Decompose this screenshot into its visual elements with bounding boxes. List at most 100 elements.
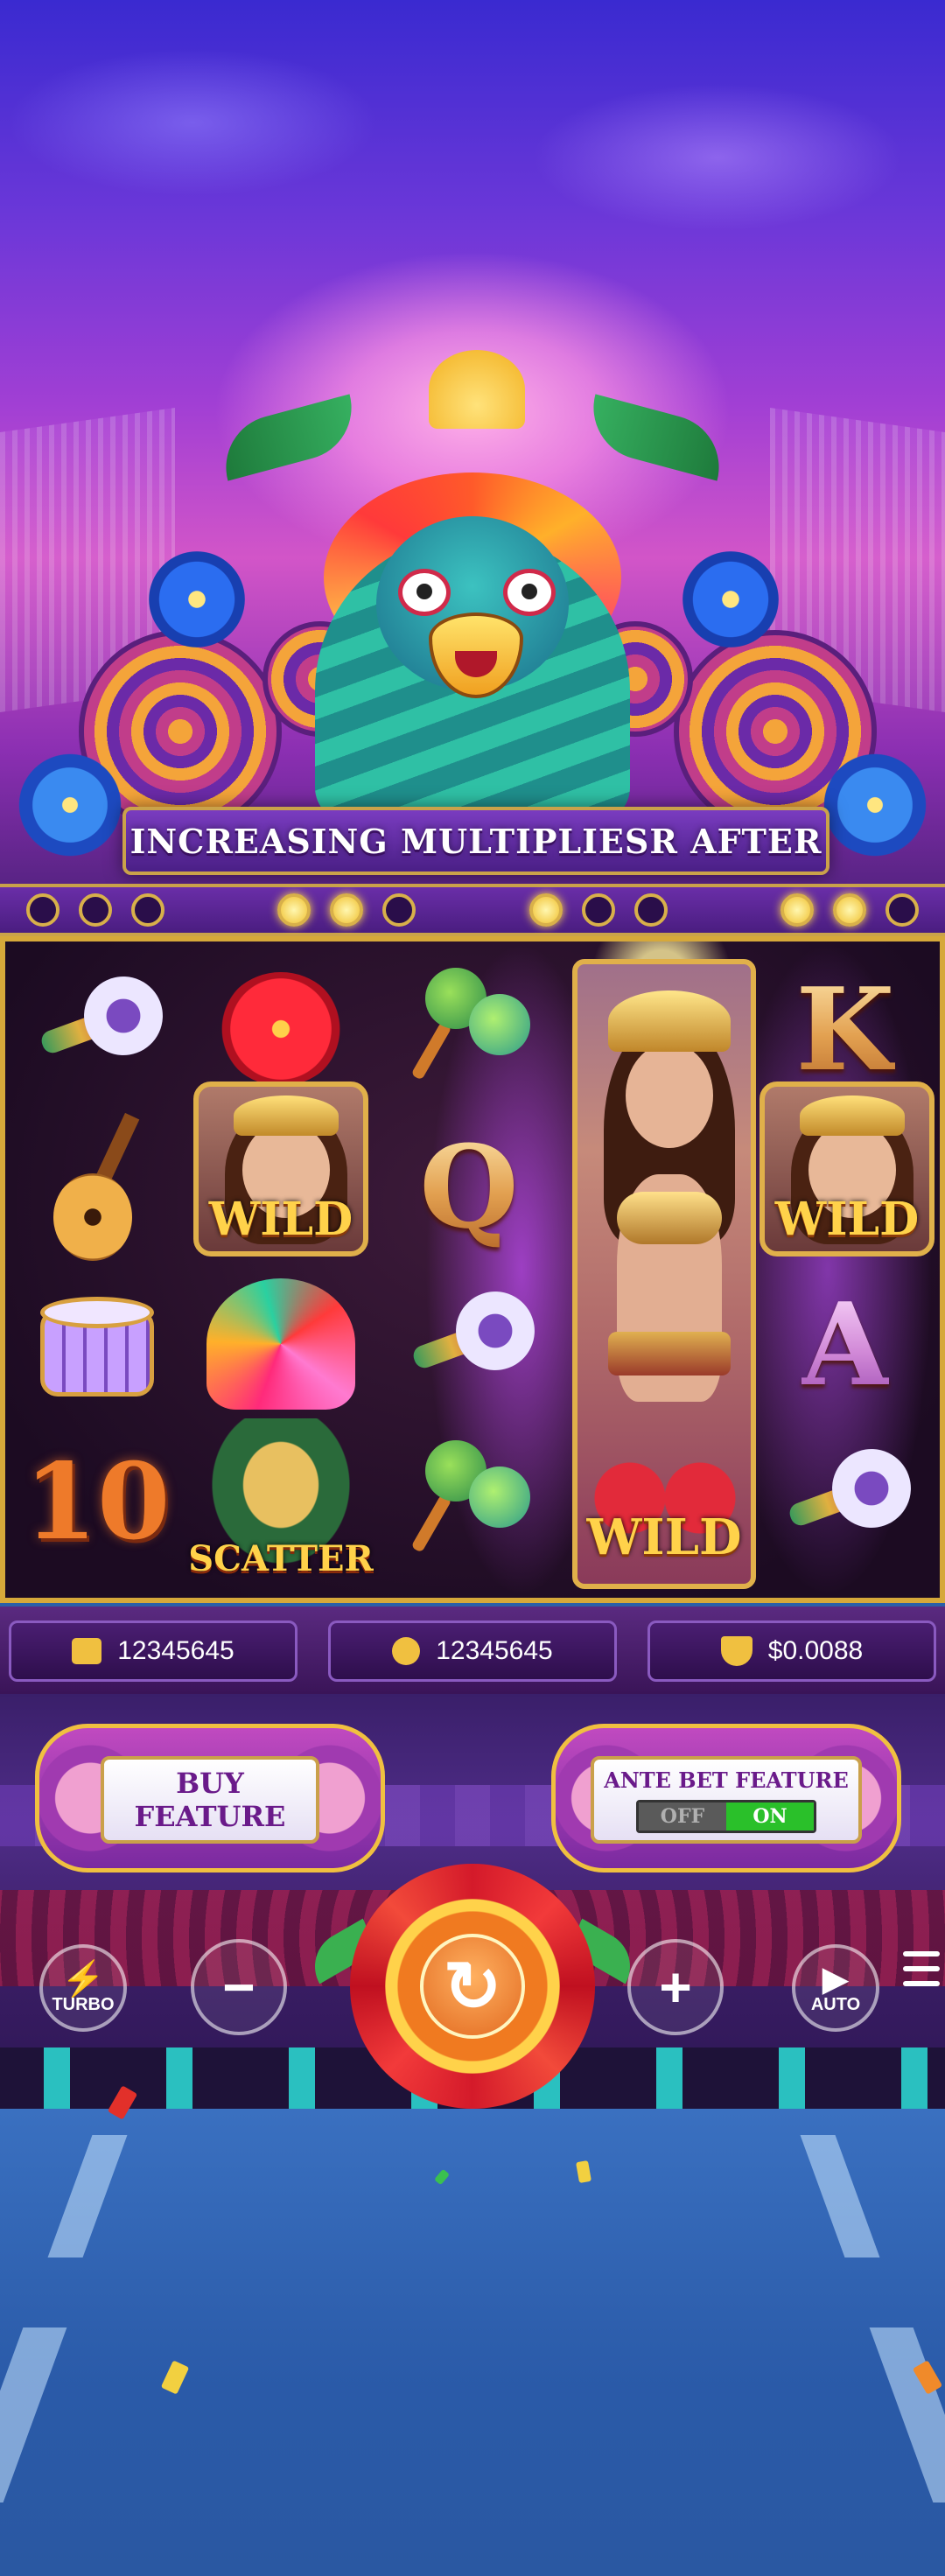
ante-bet-title: ANTE BET FEATURE [604, 1767, 849, 1793]
multiplier-banner: INCREASING MULTIPLIESR AFTER [122, 807, 830, 875]
maracas-symbol [382, 950, 556, 1108]
banner-text: INCREASING MULTIPLIESR AFTER [130, 821, 822, 861]
wild-symbol: WILD [193, 1082, 368, 1256]
light-bulb [581, 893, 615, 927]
trophy-icon [720, 1636, 752, 1666]
horn-symbol [758, 1423, 933, 1580]
wild-label: WILD [586, 1508, 742, 1566]
spin-button[interactable]: ↻ [302, 1864, 643, 2109]
maracas-icon [408, 1440, 530, 1563]
guitar-symbol [10, 1108, 185, 1265]
buy-feature-line2: FEATURE [134, 1800, 286, 1833]
turbo-button[interactable]: ⚡ TURBO [39, 1944, 127, 2032]
light-bulb [131, 893, 164, 927]
blue-flower-icon [149, 551, 245, 648]
blue-flower-icon [822, 752, 928, 858]
drum-icon [32, 1283, 163, 1405]
lights-group [277, 893, 416, 927]
light-bulb [885, 893, 919, 927]
field-ground [0, 2085, 945, 2576]
lights-group [26, 893, 164, 927]
headdress-symbol [193, 1265, 368, 1423]
lane-marking [0, 2328, 67, 2502]
light-bulb [277, 893, 312, 927]
blue-flower-icon [682, 551, 779, 648]
a-symbol: A [758, 1265, 933, 1423]
leaf-decoration [581, 394, 732, 481]
menu-icon[interactable] [903, 1951, 940, 1986]
trumpet-icon [403, 1280, 546, 1396]
parrot-mascot-header [0, 332, 945, 833]
maracas-icon [408, 968, 530, 1090]
a-label: A [801, 1277, 890, 1411]
scatter-symbol: SCATTER [188, 1418, 374, 1585]
leaf-decoration [214, 394, 364, 481]
light-bulb [832, 893, 866, 927]
ante-bet-panel: ANTE BET FEATURE OFF ON [551, 1724, 901, 1872]
k-label: K [795, 962, 895, 1096]
toggle-off-option[interactable]: OFF [639, 1802, 726, 1830]
parrot-eye-left [398, 569, 451, 616]
bet-value: 12345645 [436, 1636, 553, 1665]
ten-label: 10 [24, 1439, 171, 1564]
light-bulb [330, 893, 364, 927]
decrease-bet-button[interactable]: − [191, 1939, 287, 2035]
light-bulb [634, 893, 668, 927]
wallet-icon [72, 1638, 102, 1664]
win-panel: $0.0088 [648, 1620, 936, 1682]
maracas-symbol [382, 1423, 556, 1580]
lane-marking [800, 2135, 880, 2258]
turbo-label: TURBO [52, 1994, 115, 2014]
confetti-piece [576, 2160, 592, 2184]
light-bulb [26, 893, 60, 927]
reel-grid: 10 WILD SCATTER Q WILD K WILD A [5, 942, 940, 1598]
horn-symbol [382, 1265, 556, 1423]
auto-label: AUTO [810, 1994, 861, 2014]
trumpet-icon [780, 1438, 922, 1554]
plus-icon: + [659, 1956, 692, 2019]
parrot-eye-right [503, 569, 556, 616]
horn-symbol [10, 950, 185, 1108]
ante-bet-toggle[interactable]: OFF ON [636, 1799, 816, 1833]
lights-group [780, 893, 919, 927]
balance-panel: 12345645 [9, 1620, 298, 1682]
guitar-icon [45, 1112, 150, 1261]
ante-bet-plate: ANTE BET FEATURE OFF ON [591, 1756, 862, 1844]
lightning-icon: ⚡ [61, 1959, 105, 1998]
play-icon: ▶ [822, 1959, 850, 1998]
blue-flower-icon [18, 752, 122, 858]
drum-symbol [10, 1265, 185, 1423]
confetti-piece [160, 2360, 190, 2395]
light-bulb [780, 893, 814, 927]
spin-icon: ↻ [420, 1934, 525, 2039]
minus-icon: − [222, 1956, 256, 2019]
increase-bet-button[interactable]: + [627, 1939, 724, 2035]
auto-spin-button[interactable]: ▶ AUTO [792, 1944, 879, 2032]
hibiscus-icon [220, 972, 342, 1086]
lily-flower-icon [429, 350, 525, 429]
win-value: $0.0088 [767, 1636, 864, 1665]
ten-symbol: 10 [10, 1423, 185, 1580]
expanding-wild-symbol: WILD [572, 959, 756, 1589]
buy-feature-button[interactable]: BUY FEATURE [35, 1724, 385, 1872]
coins-icon [392, 1637, 421, 1665]
wild-label: WILD [208, 1193, 354, 1246]
trumpet-icon [32, 965, 174, 1082]
buy-feature-line1: BUY [176, 1766, 244, 1800]
bet-panel: 12345645 [328, 1620, 617, 1682]
stats-bar: 12345645 12345645 $0.0088 [0, 1606, 945, 1694]
light-bulb [79, 893, 112, 927]
wild-label: WILD [774, 1193, 920, 1246]
light-bulb [382, 893, 416, 927]
q-symbol: Q [382, 1108, 556, 1265]
lights-group [528, 893, 668, 927]
lane-marking [869, 2328, 945, 2502]
multiplier-lights-row [0, 884, 945, 936]
light-bulb [528, 893, 563, 927]
headdress-icon [206, 1278, 355, 1410]
lane-marking [47, 2135, 128, 2258]
confetti-piece [434, 2168, 450, 2186]
toggle-on-option[interactable]: ON [726, 1802, 814, 1830]
balance-value: 12345645 [117, 1636, 234, 1665]
scatter-label: SCATTER [188, 1538, 374, 1579]
